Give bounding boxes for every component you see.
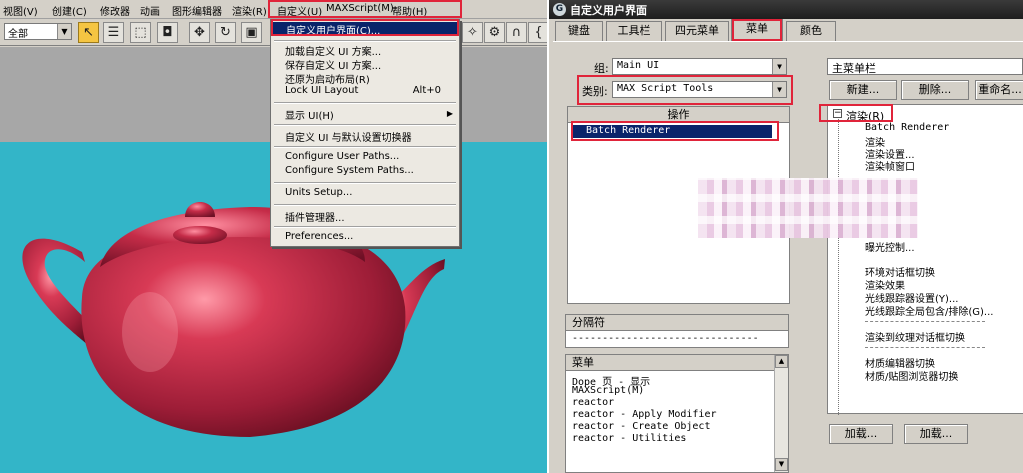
scroll-down-icon[interactable]: ▼ — [775, 458, 788, 471]
new-button[interactable]: 新建... — [829, 80, 897, 100]
tab-divider — [553, 41, 1023, 42]
menu-animation[interactable]: 动画 — [140, 3, 160, 18]
main-menu-bar-dropdown[interactable]: 主菜单栏 — [827, 58, 1023, 75]
dialog-titlebar: G 自定义用户界面 — [549, 0, 1023, 19]
dialog-title: 自定义用户界面 — [570, 4, 647, 17]
tree-item[interactable]: 光线跟踪全局包含/排除(G)... — [865, 303, 993, 318]
menu-item-configure-system-paths[interactable]: Configure System Paths... — [285, 165, 414, 176]
menu-item-preferences[interactable]: Preferences... — [285, 231, 353, 242]
tab-quads[interactable]: 四元菜单 — [665, 21, 729, 41]
menu-item-save-ui-scheme[interactable]: 保存自定义 UI 方案... — [285, 57, 381, 72]
group-dropdown[interactable]: Main UI ▼ — [612, 58, 787, 75]
delete-button[interactable]: 删除... — [901, 80, 969, 100]
list-item[interactable]: reactor - Apply Modifier — [572, 409, 717, 420]
menu-rendering[interactable]: 渲染(R) — [232, 3, 267, 18]
annotation-box-category — [577, 75, 793, 105]
separator-header: 分隔符 — [566, 315, 788, 331]
menu-view[interactable]: 视图(V) — [3, 3, 38, 18]
menu-separator — [274, 40, 456, 42]
rename-button[interactable]: 重命名... — [975, 80, 1023, 100]
menu-separator — [274, 226, 456, 228]
annotation-box-action — [571, 121, 779, 141]
group-label: 组: — [594, 62, 609, 75]
tree-item[interactable]: 渲染到纹理对话框切换 — [865, 329, 965, 344]
group-value: Main UI — [617, 60, 660, 71]
menu-separator — [274, 146, 456, 148]
tab-keyboard[interactable]: 键盘 — [555, 21, 603, 41]
chevron-down-icon: ▼ — [772, 59, 786, 74]
max-window: 视图(V) 创建(C) 修改器 动画 图形编辑器 渲染(R) 自定义(U) MA… — [0, 0, 547, 473]
main-menu-bar-value: 主菜单栏 — [832, 62, 876, 75]
separator-item[interactable]: ------------------------------- — [572, 333, 759, 344]
list-item[interactable]: reactor — [572, 397, 614, 408]
list-item[interactable]: reactor - Create Object — [572, 421, 710, 432]
menu-separator — [274, 182, 456, 184]
menu-item-load-ui-scheme[interactable]: 加载自定义 UI 方案... — [285, 43, 381, 58]
rotate-icon[interactable]: ↻ — [215, 22, 236, 43]
lock-ui-shortcut: Alt+0 — [412, 85, 441, 96]
menus-list[interactable]: 菜单 Dope 页 - 显示 MAXScript(M) reactor reac… — [565, 354, 789, 473]
annotation-box-customize-item — [271, 19, 459, 36]
move-icon[interactable]: ✥ — [189, 22, 210, 43]
menu-graph-editors[interactable]: 图形编辑器 — [172, 3, 222, 18]
scroll-up-icon[interactable]: ▲ — [775, 355, 788, 368]
menu-create[interactable]: 创建(C) — [52, 3, 87, 18]
snap-icon[interactable]: ✧ — [462, 22, 483, 43]
window-crossing-icon[interactable]: ◘ — [157, 22, 178, 43]
separator-list[interactable]: 分隔符 ------------------------------- — [565, 314, 789, 348]
annotation-box-tree-root — [819, 104, 893, 122]
tree-item[interactable]: 曝光控制... — [865, 239, 915, 254]
load-button[interactable]: 加载... — [829, 424, 893, 444]
submenu-arrow-icon: ▶ — [446, 109, 453, 118]
annotation-box-menubar — [268, 0, 462, 18]
menu-modifiers[interactable]: 修改器 — [100, 3, 130, 18]
tab-toolbars[interactable]: 工具栏 — [606, 21, 662, 41]
tab-colors[interactable]: 颜色 — [786, 21, 836, 41]
selection-filter-dropdown[interactable]: 全部 ▼ — [4, 23, 72, 40]
select-by-name-icon[interactable]: ☰ — [103, 22, 124, 43]
blurred-overlay-stripes — [698, 178, 918, 238]
menu-separator — [274, 204, 456, 206]
tree-separator — [865, 347, 985, 348]
selection-filter-value: 全部 — [8, 29, 28, 40]
menus-scrollbar[interactable]: ▲ ▼ — [774, 355, 788, 472]
menu-item-units-setup[interactable]: Units Setup... — [285, 187, 352, 198]
customize-menu-dropdown: 自定义用户界面(C)... 加载自定义 UI 方案... 保存自定义 UI 方案… — [270, 19, 460, 247]
menu-tree[interactable]: − 渲染(R) Batch Renderer 渲染 渲染设置... 渲染帧窗口 … — [827, 104, 1023, 415]
menu-item-revert-startup-layout[interactable]: 还原为启动布局(R) — [285, 71, 370, 86]
list-item[interactable]: MAXScript(M) — [572, 385, 644, 396]
chevron-down-icon: ▼ — [57, 24, 71, 39]
list-item[interactable]: reactor - Utilities — [572, 433, 686, 444]
select-object-icon[interactable]: ↖ — [78, 22, 99, 43]
menu-item-lock-ui-layout[interactable]: Lock UI Layout — [285, 85, 358, 96]
scale-icon[interactable]: ▣ — [241, 22, 262, 43]
menu-item-show-ui[interactable]: 显示 UI(H) — [285, 107, 334, 122]
menu-separator — [274, 124, 456, 126]
named-selection-icon[interactable]: { — [528, 22, 547, 43]
menu-item-plugin-manager[interactable]: 插件管理器... — [285, 209, 345, 224]
tree-item[interactable]: Batch Renderer — [865, 122, 949, 133]
load-button-2[interactable]: 加载... — [904, 424, 968, 444]
annotation-box-menus-tab — [732, 19, 782, 41]
tree-item[interactable]: 渲染帧窗口 — [865, 158, 915, 173]
menus-header: 菜单 — [566, 355, 774, 371]
tree-separator — [865, 321, 985, 322]
menu-separator — [274, 102, 456, 104]
tree-guide-line — [838, 119, 839, 415]
angle-snap-icon[interactable]: ⚙ — [484, 22, 505, 43]
app-icon: G — [553, 3, 566, 16]
tree-item[interactable]: 材质/贴图浏览器切换 — [865, 368, 958, 383]
magnet-icon[interactable]: ∩ — [506, 22, 527, 43]
rectangular-selection-icon[interactable]: ⬚ — [130, 22, 151, 43]
menu-item-ui-switcher[interactable]: 自定义 UI 与默认设置切换器 — [285, 129, 412, 144]
menu-item-configure-user-paths[interactable]: Configure User Paths... — [285, 151, 399, 162]
